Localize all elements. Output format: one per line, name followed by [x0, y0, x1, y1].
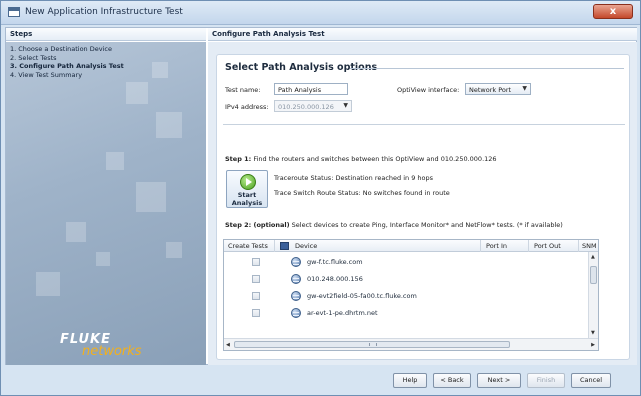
step2-text: Select devices to create Ping, Interface… — [289, 221, 563, 229]
ipv4-address-label: IPv4 address: — [225, 103, 269, 111]
globe-icon — [291, 257, 301, 267]
table-row[interactable]: gw-f.tc.fluke.com — [224, 254, 588, 270]
column-header-device[interactable]: Device — [295, 242, 317, 250]
create-tests-checkbox[interactable] — [252, 292, 260, 300]
devices-table: Create Tests Device Port In Port Out SNM — [223, 239, 599, 351]
decorative-square — [36, 272, 60, 296]
play-icon — [240, 174, 256, 190]
decorative-square — [96, 252, 110, 266]
decorative-square — [152, 62, 168, 78]
traceroute-status: Traceroute Status: Destination reached i… — [274, 174, 434, 182]
wizard-content: Steps 1. Choose a Destination Device 2. … — [5, 27, 637, 365]
test-name-label: Test name: — [225, 86, 261, 94]
globe-icon — [291, 308, 301, 318]
title-bar: New Application Infrastructure Test x — [1, 1, 640, 25]
globe-icon — [291, 291, 301, 301]
test-name-value: Path Analysis — [278, 86, 322, 94]
start-analysis-label: Start Analysis — [227, 191, 267, 207]
column-divider — [274, 240, 275, 252]
decorative-square — [166, 242, 182, 258]
horizontal-scrollbar[interactable]: ◀ ▶ — [224, 338, 598, 350]
decorative-square — [106, 152, 124, 170]
decorative-square — [66, 222, 86, 242]
table-header: Create Tests Device Port In Port Out SNM — [224, 240, 598, 252]
column-divider — [528, 240, 529, 252]
step2-label: Step 2: (optional) — [225, 221, 290, 229]
steps-list: 1. Choose a Destination Device 2. Select… — [10, 45, 124, 79]
fluke-networks-logo: FLUKE networks — [60, 332, 142, 359]
ipv4-address-value: 010.250.000.126 — [278, 103, 334, 111]
optiview-interface-dropdown[interactable]: Network Port ▼ — [465, 83, 531, 95]
table-row[interactable]: ar-evt-1-pe.dhrtm.net — [224, 305, 588, 321]
decorative-square — [126, 82, 148, 104]
column-header-create-tests[interactable]: Create Tests — [228, 242, 268, 250]
vertical-scroll-thumb[interactable] — [590, 266, 597, 284]
back-button[interactable]: < Back — [433, 373, 471, 388]
column-header-port-in[interactable]: Port In — [486, 242, 507, 250]
device-name: gw-evt2field-05-fa00.tc.fluke.com — [307, 292, 417, 300]
main-panel: Select Path Analysis options Test name: … — [208, 42, 637, 365]
decorative-square — [156, 112, 182, 138]
table-row[interactable]: 010.248.000.156 — [224, 271, 588, 287]
step2-instructions: Step 2: (optional) Select devices to cre… — [225, 221, 629, 229]
create-tests-checkbox[interactable] — [252, 258, 260, 266]
optiview-interface-value: Network Port — [469, 86, 512, 94]
optiview-interface-label: OptiView interface: — [397, 86, 460, 94]
options-card: Select Path Analysis options Test name: … — [216, 54, 630, 360]
create-tests-checkbox[interactable] — [252, 309, 260, 317]
device-column-icon — [280, 242, 289, 250]
window-title: New Application Infrastructure Test — [25, 7, 183, 17]
finish-button: Finish — [527, 373, 565, 388]
table-row[interactable]: gw-evt2field-05-fa00.tc.fluke.com — [224, 288, 588, 304]
test-name-input[interactable]: Path Analysis — [274, 83, 348, 95]
step-item: 1. Choose a Destination Device — [10, 45, 112, 53]
cancel-button[interactable]: Cancel — [571, 373, 611, 388]
step1-instructions: Step 1: Find the routers and switches be… — [225, 155, 625, 163]
device-name: 010.248.000.156 — [307, 275, 363, 283]
wizard-window: New Application Infrastructure Test x St… — [0, 0, 641, 396]
section-divider — [223, 124, 625, 125]
step-item: 2. Select Tests — [10, 53, 57, 62]
create-tests-checkbox[interactable] — [252, 275, 260, 283]
horizontal-scroll-thumb[interactable] — [234, 341, 510, 348]
trace-switch-status: Trace Switch Route Status: No switches f… — [274, 189, 450, 197]
start-analysis-button[interactable]: Start Analysis — [226, 170, 268, 208]
title-divider — [350, 68, 624, 69]
steps-panel: 1. Choose a Destination Device 2. Select… — [6, 42, 206, 365]
scroll-down-icon[interactable]: ▼ — [591, 330, 595, 336]
column-divider — [578, 240, 579, 252]
step-item-current: 3. Configure Path Analysis Test — [10, 62, 124, 70]
ipv4-address-dropdown: 010.250.000.126 ▼ — [274, 100, 352, 112]
step1-text: Find the routers and switches between th… — [251, 155, 497, 163]
column-header-snm[interactable]: SNM — [582, 242, 596, 250]
window-icon — [8, 7, 20, 17]
decorative-square — [136, 182, 166, 212]
device-name: gw-f.tc.fluke.com — [307, 258, 363, 266]
scroll-up-icon[interactable]: ▲ — [591, 254, 595, 260]
main-header: Configure Path Analysis Test — [208, 28, 637, 41]
logo-text-networks: networks — [82, 344, 142, 359]
wizard-footer: Help < Back Next > Finish Cancel — [5, 367, 637, 394]
close-button[interactable]: x — [593, 4, 633, 19]
start-label-line2: Analysis — [231, 198, 263, 207]
chevron-down-icon: ▼ — [522, 85, 527, 92]
globe-icon — [291, 274, 301, 284]
column-divider — [480, 240, 481, 252]
column-header-port-out[interactable]: Port Out — [534, 242, 561, 250]
scroll-right-icon[interactable]: ▶ — [591, 342, 595, 348]
scroll-left-icon[interactable]: ◀ — [226, 342, 230, 348]
close-icon: x — [609, 6, 617, 17]
step-item: 4. View Test Summary — [10, 70, 83, 79]
help-button[interactable]: Help — [393, 373, 427, 388]
next-button[interactable]: Next > — [477, 373, 521, 388]
step1-label: Step 1: — [225, 155, 252, 163]
chevron-down-icon: ▼ — [343, 102, 348, 109]
steps-header: Steps — [6, 28, 206, 41]
device-name: ar-evt-1-pe.dhrtm.net — [307, 309, 378, 317]
vertical-scrollbar[interactable]: ▲ ▼ — [588, 252, 598, 338]
